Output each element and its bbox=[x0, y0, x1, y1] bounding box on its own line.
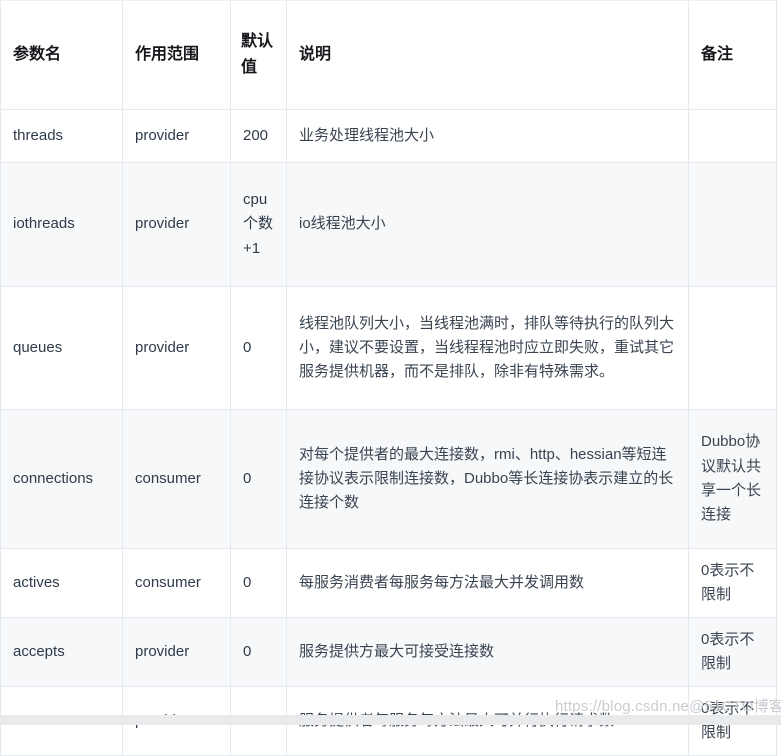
table-header: 参数名 作用范围 默认值 说明 备注 bbox=[0, 0, 777, 110]
cell-scope: provider bbox=[122, 286, 231, 410]
table-row: queues provider 0 线程池队列大小，当线程池满时，排队等待执行的… bbox=[0, 286, 777, 410]
cell-default: 0 bbox=[230, 548, 287, 618]
cell-default: 0 bbox=[230, 286, 287, 410]
table-row: accepts provider 0 服务提供方最大可接受连接数 0表示不限制 bbox=[0, 617, 777, 687]
cell-scope: provider bbox=[122, 617, 231, 687]
cell-description: 线程池队列大小，当线程池满时，排队等待执行的队列大小，建议不要设置，当线程程池时… bbox=[286, 286, 689, 410]
cell-remark: Dubbo协议默认共享一个长连接 bbox=[688, 409, 777, 549]
cell-param-name: connections bbox=[0, 409, 123, 549]
table-body: threads provider 200 业务处理线程池大小 iothreads… bbox=[0, 109, 777, 756]
cell-remark: 0表示不限制 bbox=[688, 548, 777, 618]
table-row: connections consumer 0 对每个提供者的最大连接数，rmi、… bbox=[0, 409, 777, 549]
cell-default: 0 bbox=[230, 409, 287, 549]
cell-default: 0 bbox=[230, 617, 287, 687]
cell-description: io线程池大小 bbox=[286, 162, 689, 287]
cell-param-name: accepts bbox=[0, 617, 123, 687]
table-header-row: 参数名 作用范围 默认值 说明 备注 bbox=[0, 0, 777, 110]
cell-description: 业务处理线程池大小 bbox=[286, 109, 689, 163]
cell-param-name: actives bbox=[0, 548, 123, 618]
cell-param-name: threads bbox=[0, 109, 123, 163]
bottom-strip bbox=[0, 715, 781, 725]
cell-param-name: queues bbox=[0, 286, 123, 410]
cell-scope: provider bbox=[122, 109, 231, 163]
table-row: actives consumer 0 每服务消费者每服务每方法最大并发调用数 0… bbox=[0, 548, 777, 618]
dubbo-parameter-table: 参数名 作用范围 默认值 说明 备注 threads provider 200 … bbox=[0, 0, 777, 756]
cell-remark bbox=[688, 286, 777, 410]
column-header-scope: 作用范围 bbox=[122, 0, 231, 110]
cell-remark bbox=[688, 109, 777, 163]
cell-remark bbox=[688, 162, 777, 287]
cell-description: 服务提供方最大可接受连接数 bbox=[286, 617, 689, 687]
cell-description: 对每个提供者的最大连接数，rmi、http、hessian等短连接协议表示限制连… bbox=[286, 409, 689, 549]
page-root: 参数名 作用范围 默认值 说明 备注 threads provider 200 … bbox=[0, 0, 781, 756]
table-row: iothreads provider cpu 个数 +1 io线程池大小 bbox=[0, 162, 777, 287]
cell-scope: consumer bbox=[122, 409, 231, 549]
table-row: threads provider 200 业务处理线程池大小 bbox=[0, 109, 777, 163]
column-header-default: 默认值 bbox=[230, 0, 287, 110]
cell-scope: consumer bbox=[122, 548, 231, 618]
column-header-remark: 备注 bbox=[688, 0, 777, 110]
column-header-description: 说明 bbox=[286, 0, 689, 110]
cell-remark: 0表示不限制 bbox=[688, 617, 777, 687]
cell-default: cpu 个数 +1 bbox=[230, 162, 287, 287]
cell-param-name: iothreads bbox=[0, 162, 123, 287]
cell-default: 200 bbox=[230, 109, 287, 163]
cell-scope: provider bbox=[122, 162, 231, 287]
cell-description: 每服务消费者每服务每方法最大并发调用数 bbox=[286, 548, 689, 618]
column-header-name: 参数名 bbox=[0, 0, 123, 110]
